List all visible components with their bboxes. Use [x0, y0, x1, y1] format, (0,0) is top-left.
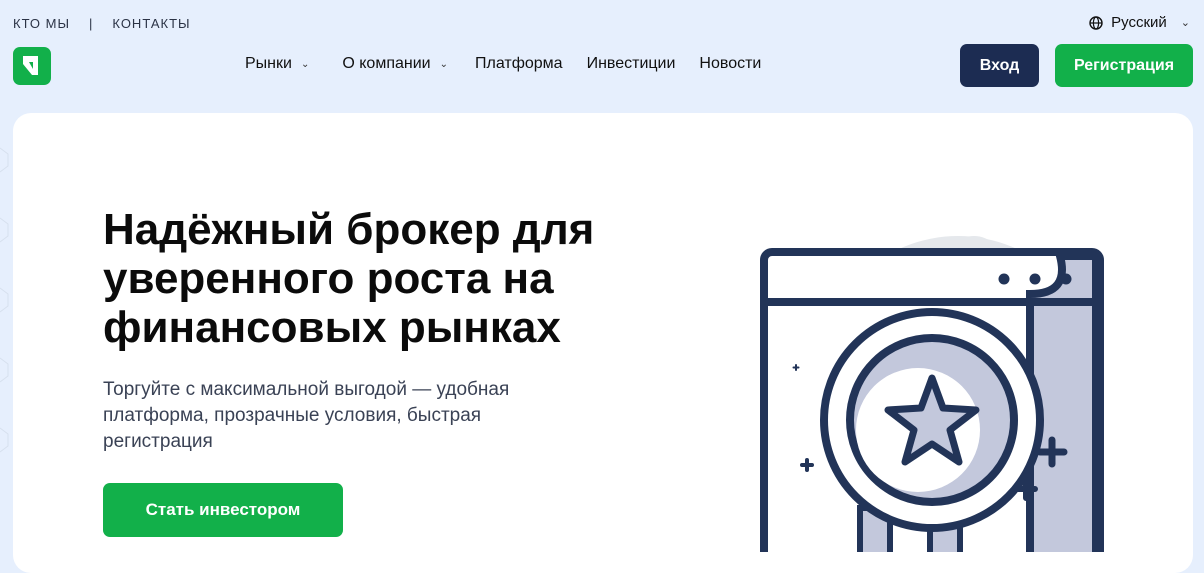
nav-item-label: Новости [699, 55, 762, 72]
top-link-separator: | [89, 16, 94, 31]
hero-subtitle: Торгуйте с максимальной выгодой — удобна… [103, 379, 510, 452]
chevron-down-icon: ⌄ [300, 58, 310, 70]
nav-item-label: Платформа [474, 55, 563, 72]
brand-logo-icon[interactable] [13, 47, 51, 85]
chevron-down-icon: ⌄ [439, 58, 448, 70]
nav-item-investments[interactable]: Инвестиции [587, 55, 676, 73]
nav-item-platform[interactable]: Платформа [475, 55, 563, 73]
language-selector[interactable]: Русский ⌄ [1089, 14, 1190, 31]
header: КТО МЫ | КОНТАКТЫ Русский ⌄ Рынки ⌄ О ко… [0, 0, 1204, 108]
login-button[interactable]: Вход [960, 44, 1039, 87]
chevron-down-icon: ⌄ [1180, 17, 1190, 29]
award-star-medal-icon [760, 236, 1104, 552]
nav-item-label: Рынки [245, 55, 292, 72]
language-label: Русский [1111, 14, 1167, 31]
top-link-about[interactable]: КТО МЫ [13, 16, 70, 31]
hero-title: Надёжный брокер для уверенного роста на … [103, 205, 595, 352]
register-button[interactable]: Регистрация [1055, 44, 1193, 87]
nav-item-label: О компании [342, 55, 431, 72]
background-pattern [0, 147, 9, 453]
nav-item-label: Инвестиции [586, 55, 676, 72]
top-link-contacts[interactable]: КОНТАКТЫ [112, 16, 190, 31]
main-nav: Рынки ⌄ О компании ⌄ Платформа Инвестици… [245, 55, 761, 73]
become-investor-button[interactable]: Стать инвестором [103, 483, 343, 537]
nav-item-news[interactable]: Новости [699, 55, 761, 73]
nav-item-markets[interactable]: Рынки ⌄ [245, 55, 309, 73]
globe-icon [1089, 15, 1103, 30]
top-links: КТО МЫ | КОНТАКТЫ [13, 16, 191, 31]
nav-item-company[interactable]: О компании ⌄ [342, 55, 448, 73]
